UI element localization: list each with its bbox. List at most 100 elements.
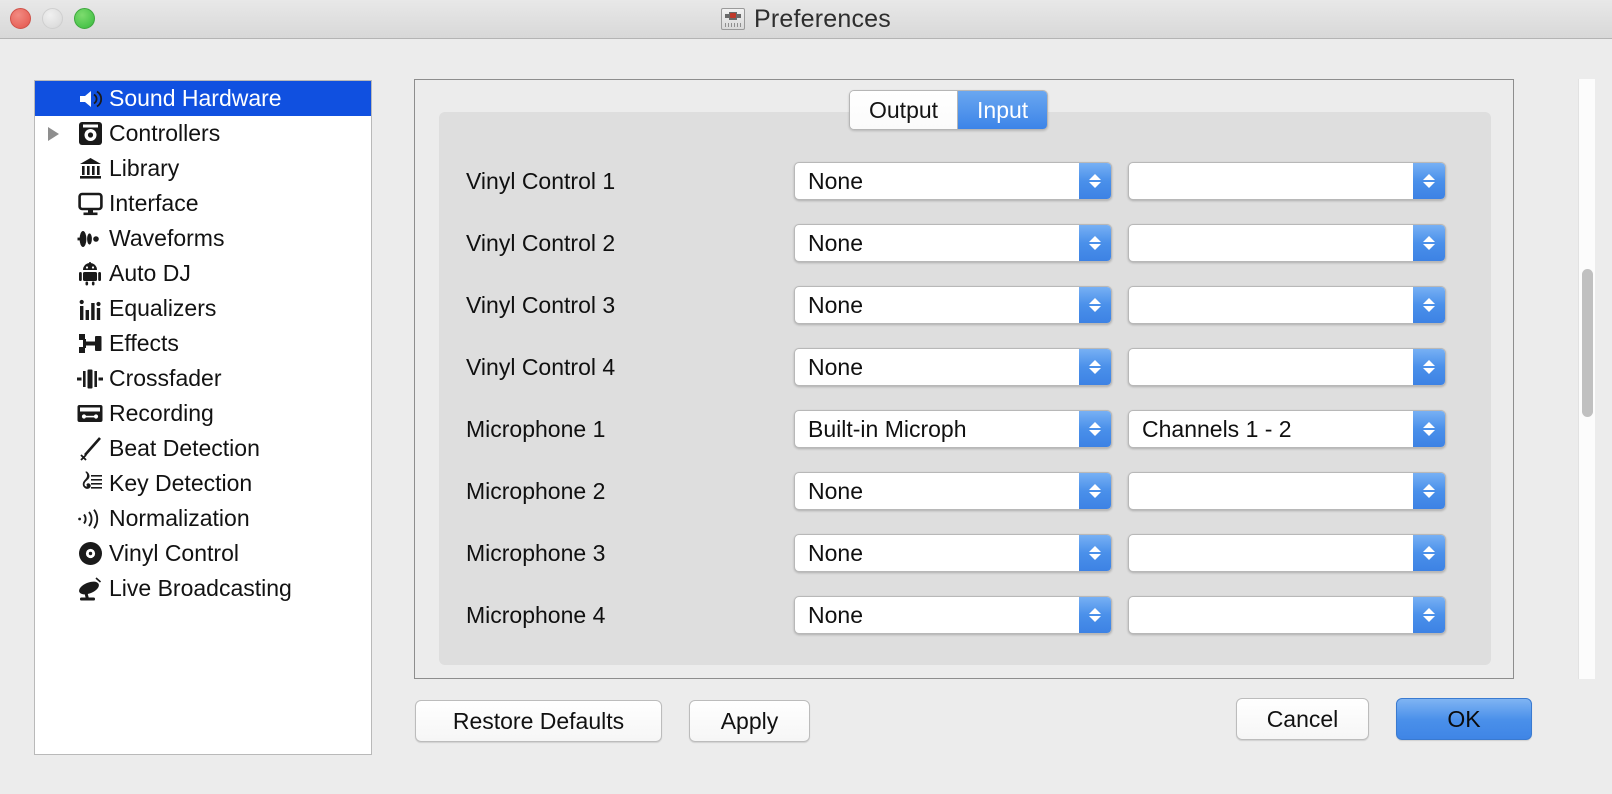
device-select-value: None	[808, 291, 863, 318]
effects-icon	[71, 332, 109, 355]
cancel-button[interactable]: Cancel	[1236, 698, 1369, 740]
channel-select-vinyl-control-3[interactable]	[1128, 286, 1446, 324]
device-select-vinyl-control-1[interactable]: None	[794, 162, 1112, 200]
device-select-microphone-4[interactable]: None	[794, 596, 1112, 634]
stepper-icon[interactable]	[1079, 473, 1111, 509]
maximize-window-button[interactable]	[74, 8, 95, 29]
stepper-icon[interactable]	[1413, 225, 1445, 261]
panel-scrollbar-thumb[interactable]	[1582, 269, 1593, 417]
sidebar-item-sound-hardware[interactable]: Sound Hardware	[35, 81, 371, 116]
sidebar-item-effects[interactable]: Effects	[35, 326, 371, 361]
device-select-value: None	[808, 167, 863, 194]
sidebar-item-interface[interactable]: Interface	[35, 186, 371, 221]
row-label: Microphone 2	[466, 477, 606, 504]
device-select-microphone-2[interactable]: None	[794, 472, 1112, 510]
sidebar-item-waveforms[interactable]: Waveforms	[35, 221, 371, 256]
channel-select-vinyl-control-2[interactable]	[1128, 224, 1446, 262]
sidebar-item-recording[interactable]: Recording	[35, 396, 371, 431]
stepper-icon[interactable]	[1413, 411, 1445, 447]
sidebar-item-controllers[interactable]: Controllers	[35, 116, 371, 151]
preferences-sidebar[interactable]: Sound Hardware Controllers Library Inter…	[34, 80, 372, 755]
stepper-icon[interactable]	[1079, 287, 1111, 323]
row-label: Microphone 1	[466, 415, 606, 442]
equalizer-bars-icon	[71, 297, 109, 321]
vinyl-record-icon	[71, 541, 109, 566]
channel-select-value	[1129, 473, 1413, 509]
sound-waves-icon	[71, 508, 109, 530]
device-select-value: None	[808, 539, 863, 566]
channel-select-vinyl-control-1[interactable]	[1128, 162, 1446, 200]
stepper-icon[interactable]	[1079, 535, 1111, 571]
sidebar-item-auto-dj[interactable]: Auto DJ	[35, 256, 371, 291]
sidebar-item-key-detection[interactable]: Key Detection	[35, 466, 371, 501]
row-label: Vinyl Control 3	[466, 291, 616, 318]
stepper-icon[interactable]	[1413, 349, 1445, 385]
row-microphone-3: Microphone 3 None	[438, 522, 1498, 584]
controller-icon	[71, 121, 109, 146]
monitor-icon	[71, 192, 109, 216]
stepper-icon[interactable]	[1079, 349, 1111, 385]
satellite-dish-icon	[71, 576, 109, 601]
row-label: Microphone 3	[466, 539, 606, 566]
window-title-group: Preferences	[0, 0, 1612, 38]
stepper-icon[interactable]	[1413, 287, 1445, 323]
row-label: Vinyl Control 4	[466, 353, 616, 380]
stepper-icon[interactable]	[1413, 163, 1445, 199]
row-microphone-1: Microphone 1 Built-in Microph Channels 1…	[438, 398, 1498, 460]
device-select-vinyl-control-3[interactable]: None	[794, 286, 1112, 324]
output-input-tabs[interactable]: Output Input	[849, 90, 1049, 130]
row-vinyl-control-2: Vinyl Control 2 None	[438, 212, 1498, 274]
channel-select-value	[1129, 163, 1413, 199]
channel-select-value	[1129, 597, 1413, 633]
waveform-icon	[71, 228, 109, 250]
sidebar-item-label: Live Broadcasting	[109, 575, 292, 601]
chevron-right-icon[interactable]	[35, 126, 71, 141]
sidebar-item-normalization[interactable]: Normalization	[35, 501, 371, 536]
sidebar-item-vinyl-control[interactable]: Vinyl Control	[35, 536, 371, 571]
channel-select-microphone-1[interactable]: Channels 1 - 2	[1128, 410, 1446, 448]
channel-select-microphone-4[interactable]	[1128, 596, 1446, 634]
device-select-vinyl-control-4[interactable]: None	[794, 348, 1112, 386]
channel-select-microphone-3[interactable]	[1128, 534, 1446, 572]
tab-input[interactable]: Input	[957, 91, 1048, 129]
sidebar-item-label: Recording	[109, 400, 214, 426]
close-window-button[interactable]	[10, 8, 31, 29]
stepper-icon[interactable]	[1079, 411, 1111, 447]
row-label: Vinyl Control 1	[466, 167, 616, 194]
channel-select-value	[1129, 225, 1413, 261]
channel-select-value: Channels 1 - 2	[1142, 415, 1292, 442]
sidebar-item-label: Sound Hardware	[109, 85, 282, 111]
stepper-icon[interactable]	[1079, 597, 1111, 633]
device-select-microphone-1[interactable]: Built-in Microph	[794, 410, 1112, 448]
stepper-icon[interactable]	[1413, 597, 1445, 633]
stepper-icon[interactable]	[1079, 225, 1111, 261]
restore-defaults-button[interactable]: Restore Defaults	[415, 700, 662, 742]
stepper-icon[interactable]	[1413, 473, 1445, 509]
sidebar-item-label: Beat Detection	[109, 435, 260, 461]
channel-select-value	[1129, 349, 1413, 385]
sidebar-item-label: Auto DJ	[109, 260, 191, 286]
sidebar-item-crossfader[interactable]: Crossfader	[35, 361, 371, 396]
tab-output[interactable]: Output	[850, 91, 958, 129]
device-select-value: Built-in Microph	[808, 415, 967, 442]
window-titlebar: Preferences	[0, 0, 1612, 39]
apply-button[interactable]: Apply	[689, 700, 810, 742]
sidebar-item-beat-detection[interactable]: Beat Detection	[35, 431, 371, 466]
channel-select-microphone-2[interactable]	[1128, 472, 1446, 510]
stepper-icon[interactable]	[1079, 163, 1111, 199]
channel-select-vinyl-control-4[interactable]	[1128, 348, 1446, 386]
sidebar-item-library[interactable]: Library	[35, 151, 371, 186]
ok-button[interactable]: OK	[1396, 698, 1532, 740]
sidebar-item-live-broadcasting[interactable]: Live Broadcasting	[35, 571, 371, 606]
minimize-window-button[interactable]	[42, 8, 63, 29]
sidebar-item-label: Waveforms	[109, 225, 225, 251]
device-select-microphone-3[interactable]: None	[794, 534, 1112, 572]
sidebar-item-label: Library	[109, 155, 180, 181]
device-select-vinyl-control-2[interactable]: None	[794, 224, 1112, 262]
device-select-value: None	[808, 477, 863, 504]
panel-scrollbar-track[interactable]	[1578, 79, 1595, 679]
row-microphone-4: Microphone 4 None	[438, 584, 1498, 646]
sidebar-item-label: Normalization	[109, 505, 250, 531]
stepper-icon[interactable]	[1413, 535, 1445, 571]
sidebar-item-equalizers[interactable]: Equalizers	[35, 291, 371, 326]
